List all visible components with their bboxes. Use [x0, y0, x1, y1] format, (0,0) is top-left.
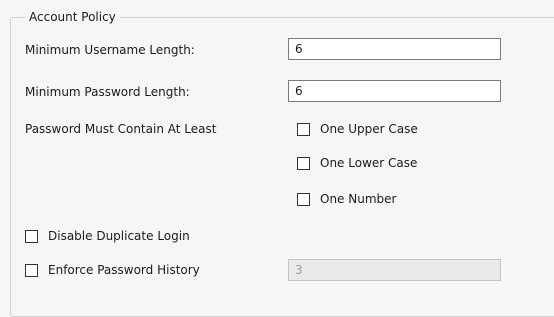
enforce-password-history-checkbox[interactable]: Enforce Password History — [25, 262, 200, 278]
min-username-label: Minimum Username Length: — [25, 43, 195, 57]
lower-case-label: One Lower Case — [320, 156, 418, 170]
min-username-input[interactable]: 6 — [288, 38, 501, 60]
account-policy-title: Account Policy — [25, 9, 120, 25]
password-contain-label: Password Must Contain At Least — [25, 122, 217, 136]
checkbox-box[interactable] — [297, 192, 310, 206]
checkbox-box[interactable] — [297, 156, 310, 170]
disable-duplicate-login-checkbox[interactable]: Disable Duplicate Login — [25, 228, 190, 244]
upper-case-checkbox[interactable]: One Upper Case — [297, 121, 418, 137]
number-checkbox[interactable]: One Number — [297, 191, 396, 207]
checkbox-box[interactable] — [297, 122, 310, 136]
password-history-input: 3 — [288, 259, 501, 281]
number-label: One Number — [320, 192, 397, 206]
enforce-password-history-label: Enforce Password History — [48, 263, 200, 277]
checkbox-box[interactable] — [25, 263, 38, 277]
checkbox-box[interactable] — [25, 229, 38, 243]
upper-case-label: One Upper Case — [320, 122, 418, 136]
lower-case-checkbox[interactable]: One Lower Case — [297, 155, 417, 171]
min-password-label: Minimum Password Length: — [25, 85, 190, 99]
min-password-input[interactable]: 6 — [288, 80, 501, 102]
disable-duplicate-login-label: Disable Duplicate Login — [48, 229, 190, 243]
